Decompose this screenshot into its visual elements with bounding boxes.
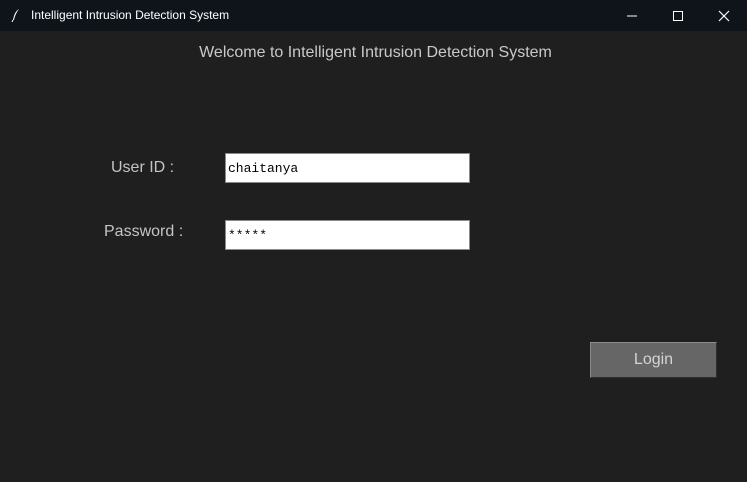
- minimize-button[interactable]: [609, 0, 655, 31]
- maximize-button[interactable]: [655, 0, 701, 31]
- password-label: Password :: [104, 223, 184, 240]
- login-button[interactable]: Login: [590, 342, 717, 378]
- close-button[interactable]: [701, 0, 747, 31]
- title-bar[interactable]: Intelligent Intrusion Detection System: [0, 0, 747, 31]
- maximize-icon: [673, 11, 683, 21]
- password-field[interactable]: [225, 220, 470, 250]
- user-id-label: User ID :: [111, 159, 175, 176]
- close-icon: [718, 10, 730, 22]
- user-id-field[interactable]: [225, 153, 470, 183]
- feather-icon: [10, 8, 22, 23]
- page-title: Welcome to Intelligent Intrusion Detecti…: [199, 44, 552, 61]
- minimize-icon: [627, 15, 637, 17]
- window-title: Intelligent Intrusion Detection System: [31, 8, 230, 22]
